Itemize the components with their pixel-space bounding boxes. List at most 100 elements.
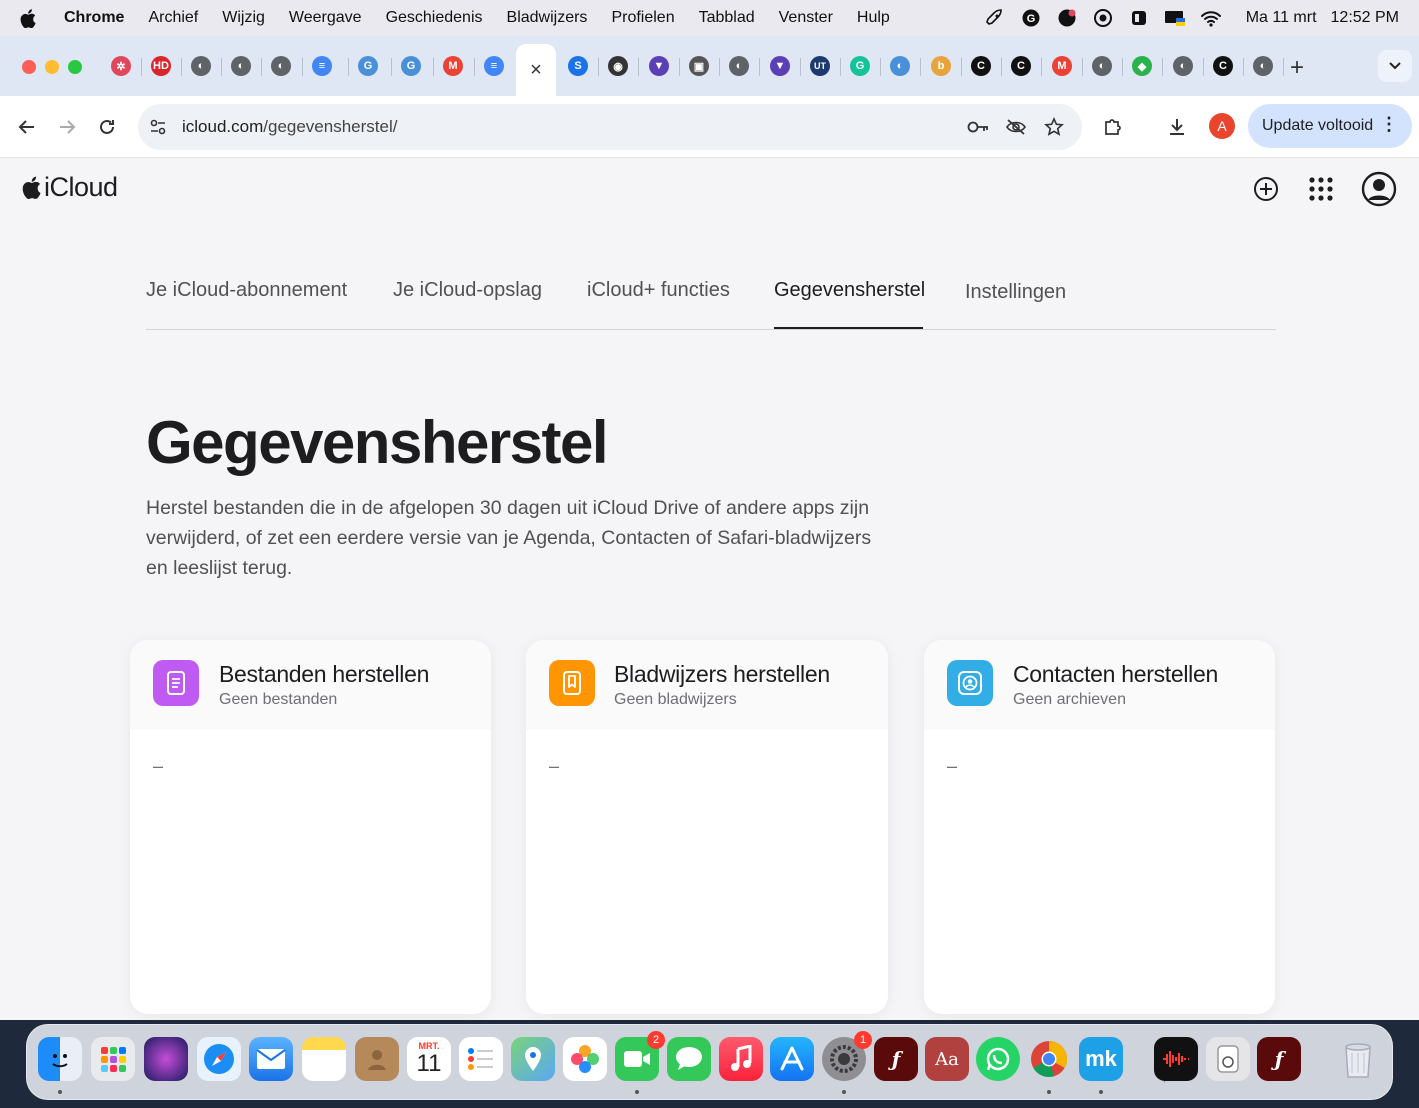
tab-right-10[interactable]: C — [968, 53, 994, 79]
tab-right-15[interactable]: ◐ — [1170, 53, 1196, 79]
site-settings-icon[interactable] — [146, 115, 170, 139]
facetime-icon[interactable]: 2 — [615, 1031, 665, 1081]
back-button[interactable] — [14, 114, 40, 140]
tab-right-8[interactable]: ◐ — [887, 53, 913, 79]
tab-2[interactable]: ◐ — [188, 53, 214, 79]
tab-right-17[interactable]: ◐ — [1250, 53, 1276, 79]
tab-right-4[interactable]: ◐ — [726, 53, 752, 79]
voice-memos-icon[interactable] — [1154, 1037, 1198, 1081]
chrome-icon[interactable] — [1027, 1037, 1071, 1081]
app-store-icon[interactable] — [770, 1037, 814, 1081]
close-window-button[interactable] — [22, 60, 36, 74]
extensions-button[interactable] — [1100, 114, 1126, 140]
status-badge-icon[interactable] — [1056, 8, 1078, 28]
menu-venster[interactable]: Venster — [779, 9, 833, 27]
menu-tabblad[interactable]: Tabblad — [699, 9, 755, 27]
password-key-icon[interactable] — [966, 115, 990, 139]
restore-files-card[interactable]: Bestanden herstellen Geen bestanden – — [130, 640, 491, 1014]
flash-icon[interactable]: ƒ — [874, 1037, 918, 1081]
system-settings-icon[interactable]: 1 — [822, 1031, 872, 1081]
tab-5[interactable]: ≡ — [309, 53, 335, 79]
app-grid-button[interactable] — [1304, 172, 1338, 206]
mail-icon[interactable] — [249, 1037, 293, 1081]
grammarly-status-icon[interactable]: G — [1020, 8, 1042, 28]
tab-icloud-abonnement[interactable]: Je iCloud-abonnement — [146, 279, 347, 302]
tab-search-button[interactable] — [1378, 50, 1412, 82]
music-icon[interactable] — [719, 1037, 763, 1081]
display-flag-icon[interactable] — [1164, 8, 1186, 28]
battery-status-icon[interactable] — [1128, 8, 1150, 28]
restore-contacts-card[interactable]: Contacten herstellen Geen archieven – — [924, 640, 1275, 1014]
tab-right-13[interactable]: ◐ — [1089, 53, 1115, 79]
creative-cloud-icon[interactable] — [1092, 8, 1114, 28]
menubar-date[interactable]: Ma 11 mrt — [1246, 9, 1317, 27]
update-button[interactable]: Update voltooid ⋮ — [1248, 104, 1412, 148]
tab-right-7[interactable]: G — [847, 53, 873, 79]
icloud-logo[interactable]: iCloud — [22, 172, 118, 203]
flash-player-icon[interactable]: ƒ — [1257, 1037, 1301, 1081]
active-tab[interactable]: × — [516, 44, 556, 96]
menu-archief[interactable]: Archief — [148, 9, 198, 27]
url-text[interactable]: icloud.com/gegevensherstel/ — [182, 117, 397, 137]
calendar-icon[interactable]: MRT. 11 — [407, 1037, 451, 1081]
menu-geschiedenis[interactable]: Geschiedenis — [386, 9, 483, 27]
maps-icon[interactable] — [511, 1037, 555, 1081]
menu-profielen[interactable]: Profielen — [611, 9, 674, 27]
mk-app-icon[interactable]: mk — [1079, 1037, 1123, 1081]
tab-8[interactable]: M — [440, 53, 466, 79]
tab-instellingen[interactable]: Instellingen — [965, 281, 1066, 304]
restore-bookmarks-card[interactable]: Bladwijzers herstellen Geen bladwijzers … — [526, 640, 888, 1014]
dictionary-icon[interactable]: Aa — [925, 1037, 969, 1081]
forward-button[interactable] — [54, 114, 80, 140]
tab-right-3[interactable]: ▣ — [686, 53, 712, 79]
tab-right-6[interactable]: UT — [807, 53, 833, 79]
menu-bladwijzers[interactable]: Bladwijzers — [507, 9, 588, 27]
menu-app-chrome[interactable]: Chrome — [64, 9, 124, 27]
notes-icon[interactable] — [302, 1037, 346, 1081]
tab-icloud-plus-functies[interactable]: iCloud+ functies — [587, 279, 730, 302]
bookmark-star-icon[interactable] — [1042, 115, 1066, 139]
menubar-time[interactable]: 12:52 PM — [1331, 9, 1399, 27]
minimize-window-button[interactable] — [45, 60, 59, 74]
tab-right-14[interactable]: ◆ — [1129, 53, 1155, 79]
account-button[interactable] — [1360, 170, 1398, 208]
tab-right-1[interactable]: ◉ — [605, 53, 631, 79]
menu-weergave[interactable]: Weergave — [289, 9, 362, 27]
new-tab-button[interactable]: + — [1290, 54, 1304, 82]
more-menu-icon[interactable]: ⋮ — [1380, 114, 1398, 135]
contacts-icon[interactable] — [355, 1037, 399, 1081]
tab-0[interactable]: ✲ — [108, 53, 134, 79]
tab-gegevensherstel[interactable]: Gegevensherstel — [774, 279, 925, 302]
profile-avatar[interactable]: A — [1209, 113, 1235, 139]
menu-hulp[interactable]: Hulp — [857, 9, 890, 27]
apple-menu-icon[interactable] — [20, 8, 50, 28]
tab-4[interactable]: ◐ — [268, 53, 294, 79]
tab-7[interactable]: G — [398, 53, 424, 79]
reload-button[interactable] — [94, 114, 120, 140]
downloads-button[interactable] — [1164, 114, 1190, 140]
disk-utility-icon[interactable] — [1206, 1037, 1250, 1081]
tab-3[interactable]: ◐ — [228, 53, 254, 79]
address-bar[interactable]: icloud.com/gegevensherstel/ — [138, 104, 1082, 150]
tab-right-11[interactable]: C — [1008, 53, 1034, 79]
messages-icon[interactable] — [667, 1037, 711, 1081]
tab-1[interactable]: HD — [148, 53, 174, 79]
tab-right-9[interactable]: b — [928, 53, 954, 79]
close-tab-icon[interactable]: × — [530, 59, 542, 82]
tab-icloud-opslag[interactable]: Je iCloud-opslag — [393, 279, 542, 302]
tab-right-16[interactable]: C — [1210, 53, 1236, 79]
finder-icon[interactable] — [38, 1037, 82, 1081]
eye-off-icon[interactable] — [1004, 115, 1028, 139]
add-button[interactable] — [1249, 172, 1283, 206]
rocket-icon[interactable] — [984, 8, 1006, 28]
safari-icon[interactable] — [197, 1037, 241, 1081]
zoom-window-button[interactable] — [68, 60, 82, 74]
photos-icon[interactable] — [563, 1037, 607, 1081]
tab-right-5[interactable]: ▼ — [767, 53, 793, 79]
launchpad-icon[interactable] — [91, 1037, 135, 1081]
menu-wijzig[interactable]: Wijzig — [222, 9, 265, 27]
tab-6[interactable]: G — [355, 53, 381, 79]
whatsapp-icon[interactable] — [976, 1037, 1020, 1081]
tab-right-12[interactable]: M — [1049, 53, 1075, 79]
reminders-icon[interactable] — [459, 1037, 503, 1081]
